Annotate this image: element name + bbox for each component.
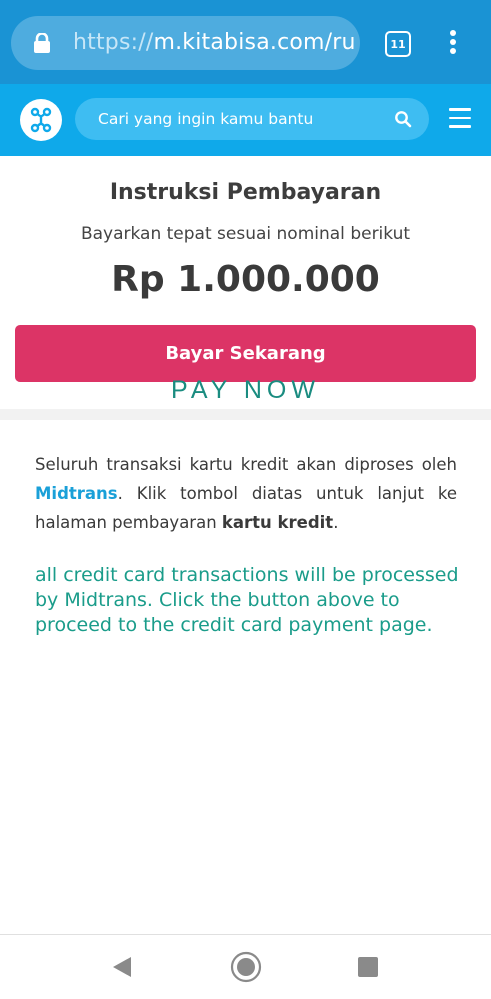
site-header: Cari yang ingin kamu bantu (0, 84, 491, 156)
browser-menu-icon[interactable] (446, 30, 460, 58)
translation-annotation: all credit card transactions will be pro… (35, 564, 459, 636)
pay-now-button[interactable]: Bayar Sekarang (15, 325, 476, 382)
pay-now-annotation: PAY NOW (171, 376, 320, 404)
tab-count: 11 (390, 37, 406, 51)
midtrans-brand: Midtrans (35, 484, 118, 503)
payment-amount: Rp 1.000.000 (111, 259, 380, 300)
info-text-part1: Seluruh transaksi kartu kredit akan dipr… (35, 455, 457, 474)
home-circle-icon[interactable] (230, 951, 262, 983)
recent-apps-square-icon[interactable] (358, 957, 378, 977)
hamburger-menu-icon[interactable] (449, 108, 471, 128)
lock-icon (34, 33, 50, 53)
payment-info-text: Seluruh transaksi kartu kredit akan dipr… (35, 450, 457, 537)
search-placeholder: Cari yang ingin kamu bantu (98, 110, 314, 128)
address-bar[interactable]: https://m.kitabisa.com/ru (11, 16, 360, 70)
page-title: Instruksi Pembayaran (109, 180, 382, 205)
payment-instruction: Bayarkan tepat sesuai nominal berikut (80, 224, 411, 244)
url-host: m.kitabisa.com/ru (153, 30, 356, 55)
url-scheme: https:// (73, 30, 154, 55)
url-text: https://m.kitabisa.com/ru (73, 16, 356, 70)
search-input[interactable]: Cari yang ingin kamu bantu (75, 98, 429, 140)
system-nav-bar (0, 934, 491, 999)
kitabisa-logo-icon[interactable] (20, 99, 62, 141)
section-divider (0, 409, 491, 420)
info-text-part3: . (333, 513, 339, 532)
search-icon[interactable] (394, 110, 412, 128)
logo-mark-icon (30, 107, 52, 133)
tab-switcher-button[interactable]: 11 (385, 31, 411, 57)
credit-card-term: kartu kredit (221, 513, 334, 532)
browser-toolbar: https://m.kitabisa.com/ru 11 (0, 0, 491, 84)
back-triangle-icon[interactable] (111, 955, 133, 979)
